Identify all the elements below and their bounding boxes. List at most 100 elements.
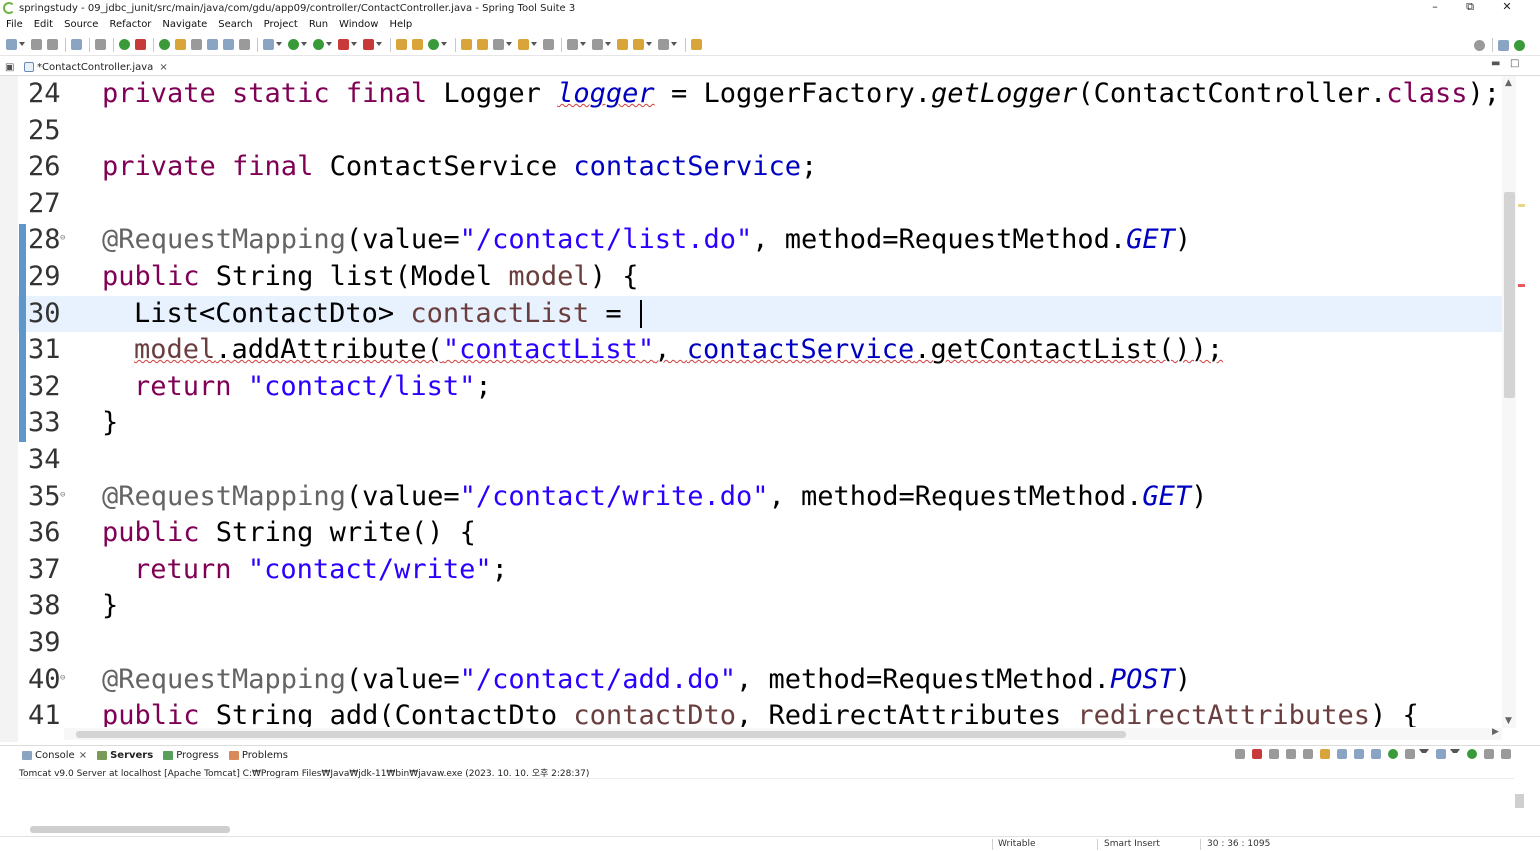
minimize-button[interactable]: – <box>1417 0 1453 16</box>
restore-view-icon[interactable]: ▣ <box>5 62 14 73</box>
warning-marker[interactable] <box>1518 204 1525 207</box>
pin-editor-icon[interactable] <box>691 39 702 50</box>
external-tools-icon[interactable] <box>363 39 374 50</box>
last-edit-location-icon[interactable] <box>617 39 628 50</box>
run-icon[interactable] <box>288 39 299 50</box>
scrollbar-thumb[interactable] <box>1515 794 1524 808</box>
terminate-icon[interactable] <box>1252 749 1262 759</box>
menu-search[interactable]: Search <box>218 19 252 30</box>
open-console-icon[interactable] <box>1436 749 1446 759</box>
scrollbar-thumb[interactable] <box>30 826 230 833</box>
menu-source[interactable]: Source <box>64 19 98 30</box>
maximize-editor-icon[interactable]: □ <box>1510 58 1519 69</box>
new-java-package-icon[interactable] <box>396 39 407 50</box>
show-on-output-icon[interactable] <box>1354 749 1364 759</box>
close-window-button[interactable]: ✕ <box>1489 0 1525 16</box>
chevron-down-icon[interactable] <box>351 42 357 47</box>
clear-console-icon[interactable] <box>1303 749 1313 759</box>
search-icon[interactable] <box>1474 39 1485 51</box>
relaunch-icon[interactable] <box>1235 749 1245 759</box>
close-tab-icon[interactable]: × <box>79 750 87 761</box>
show-whitespace-icon[interactable] <box>239 39 250 50</box>
scroll-lock-icon[interactable] <box>1320 749 1330 759</box>
open-perspective-icon[interactable] <box>1498 39 1509 51</box>
menu-help[interactable]: Help <box>389 19 412 30</box>
back-icon[interactable] <box>633 39 644 50</box>
error-marker[interactable] <box>1518 284 1525 287</box>
next-annotation-icon[interactable] <box>567 39 578 50</box>
chevron-down-icon[interactable] <box>326 42 332 47</box>
remove-launch-icon[interactable] <box>1269 749 1279 759</box>
scroll-right-icon[interactable]: ▶ <box>1492 727 1499 737</box>
save-icon[interactable] <box>31 39 42 50</box>
console-horizontal-scrollbar[interactable] <box>20 822 1510 836</box>
coverage-icon[interactable] <box>313 39 324 50</box>
chevron-down-icon[interactable] <box>646 42 652 47</box>
menu-window[interactable]: Window <box>339 19 378 30</box>
scroll-down-icon[interactable]: ▼ <box>1505 716 1512 726</box>
word-wrap-icon[interactable] <box>1337 749 1347 759</box>
fold-toggle-icon[interactable]: ⊖ <box>60 660 65 697</box>
menu-file[interactable]: File <box>6 19 23 30</box>
maximize-view-icon[interactable] <box>1501 749 1511 759</box>
open-type-icon[interactable] <box>461 39 472 50</box>
scrollbar-thumb[interactable] <box>76 731 1126 738</box>
show-on-error-icon[interactable] <box>1371 749 1381 759</box>
new-icon[interactable] <box>6 39 17 50</box>
scroll-up-icon[interactable]: ▲ <box>1505 78 1512 88</box>
browser-icon[interactable] <box>543 39 554 50</box>
pin-console-icon[interactable] <box>1388 749 1398 759</box>
menu-refactor[interactable]: Refactor <box>109 19 151 30</box>
save-all-icon[interactable] <box>47 39 58 50</box>
restore-button[interactable]: ⧉ <box>1452 0 1488 16</box>
editor-horizontal-scrollbar[interactable]: ▶ <box>64 727 1502 740</box>
spring-perspective-icon[interactable] <box>1514 39 1525 51</box>
chevron-down-icon[interactable] <box>1419 749 1429 759</box>
menu-edit[interactable]: Edit <box>34 19 53 30</box>
console-vertical-scrollbar[interactable] <box>1513 778 1526 822</box>
stop-server-icon[interactable] <box>338 39 349 50</box>
tab-console[interactable]: Console × <box>22 750 87 761</box>
highlight-icon[interactable] <box>175 39 186 50</box>
tab-servers[interactable]: Servers <box>97 750 153 761</box>
console-output[interactable] <box>18 778 1514 822</box>
tab-contact-controller[interactable]: *ContactController.java × <box>20 59 174 75</box>
previous-annotation-icon[interactable] <box>592 39 603 50</box>
status-insert-mode[interactable]: Smart Insert <box>1104 839 1160 849</box>
close-tab-icon[interactable]: × <box>159 62 167 73</box>
chevron-down-icon[interactable] <box>671 42 677 47</box>
tab-progress[interactable]: Progress <box>163 750 219 761</box>
remove-all-icon[interactable] <box>1286 749 1296 759</box>
chevron-down-icon[interactable] <box>1450 749 1460 759</box>
open-task-icon[interactable] <box>477 39 488 50</box>
spring-boot-dashboard-icon[interactable] <box>119 39 130 50</box>
menu-run[interactable]: Run <box>309 19 328 30</box>
minimize-view-icon[interactable] <box>1484 749 1494 759</box>
open-folder-icon[interactable] <box>518 39 529 50</box>
chevron-down-icon[interactable] <box>376 42 382 47</box>
chevron-down-icon[interactable] <box>605 42 611 47</box>
menu-project[interactable]: Project <box>264 19 298 30</box>
minimize-editor-icon[interactable]: ▬ <box>1491 58 1500 69</box>
editor-vertical-scrollbar[interactable]: ▲ ▼ <box>1502 76 1516 728</box>
chevron-down-icon[interactable] <box>301 42 307 47</box>
skip-breakpoints-icon[interactable] <box>95 39 106 50</box>
toggle-mark-icon[interactable] <box>191 39 202 50</box>
new-java-class-icon[interactable] <box>412 39 423 50</box>
search-tool-icon[interactable] <box>493 39 504 50</box>
scrollbar-thumb[interactable] <box>1504 192 1515 398</box>
fold-toggle-icon[interactable]: ⊖ <box>60 220 65 257</box>
fold-toggle-icon[interactable]: ⊖ <box>60 477 65 514</box>
chevron-down-icon[interactable] <box>531 42 537 47</box>
relaunch-icon[interactable] <box>135 39 146 50</box>
chevron-down-icon[interactable] <box>276 42 282 47</box>
debug-icon[interactable] <box>263 39 274 50</box>
menu-navigate[interactable]: Navigate <box>162 19 207 30</box>
word-wrap-icon[interactable] <box>223 39 234 50</box>
code-editor[interactable]: 24 private static final Logger logger = … <box>18 76 1502 727</box>
new-spring-project-icon[interactable] <box>428 39 439 50</box>
console-icon[interactable] <box>71 39 82 50</box>
chevron-down-icon[interactable] <box>506 42 512 47</box>
forward-icon[interactable] <box>658 39 669 50</box>
spring-icon[interactable] <box>159 39 170 50</box>
